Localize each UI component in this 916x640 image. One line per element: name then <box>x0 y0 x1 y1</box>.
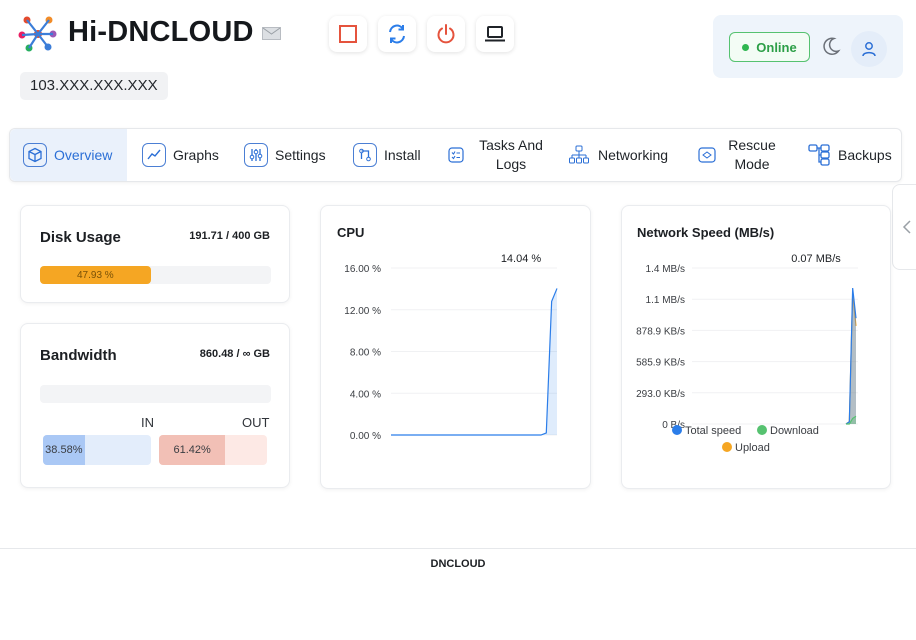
user-menu-button[interactable] <box>851 31 887 67</box>
power-button[interactable] <box>427 16 465 52</box>
cpu-line <box>391 288 558 436</box>
out-bar-fill: 61.42% <box>159 435 226 465</box>
network-current-value: 0.07 MB/s <box>791 253 841 265</box>
cpu-y-tick: 16.00 % <box>344 264 381 275</box>
tab-label: Install <box>384 147 421 163</box>
out-label: OUT <box>242 415 270 430</box>
console-button[interactable] <box>476 16 514 52</box>
status-badge: Online <box>729 32 810 62</box>
bandwidth-card: Bandwidth 860.48 / ∞ GB IN OUT 38.58% 61… <box>20 323 290 488</box>
network-y-tick: 293.0 KB/s <box>636 389 685 400</box>
backup-icon <box>807 143 831 167</box>
cpu-card: CPU 14.04 % 16.00 % 12.00 % 8.00 % 4.00 % 0.… <box>320 205 591 489</box>
network-y-tick: 1.1 MB/s <box>646 295 685 306</box>
cpu-area <box>391 288 557 435</box>
legend-marker <box>672 425 682 435</box>
rescue-icon <box>695 143 719 167</box>
tab-tasks-and-logs[interactable]: Tasks And Logs <box>444 129 547 181</box>
power-icon <box>437 24 455 44</box>
out-bar: 61.42% <box>159 435 267 465</box>
tab-label: Networking <box>598 147 669 163</box>
bandwidth-value: 860.48 / ∞ GB <box>199 348 270 360</box>
restart-button[interactable] <box>378 16 416 52</box>
logo-icon <box>18 16 57 52</box>
network-chart: 0.07 MB/s 1.4 MB/s 1.1 MB/s 878.9 KB/s 585.… <box>636 253 858 454</box>
checklist-icon <box>444 143 468 167</box>
legend-marker <box>757 425 767 435</box>
restart-icon <box>389 24 405 44</box>
tab-label: Rescue Mode <box>728 137 776 172</box>
bandwidth-progress-track <box>40 385 271 403</box>
side-panel-toggle[interactable] <box>892 184 916 270</box>
tab-label: Overview <box>54 147 113 163</box>
disk-value: 191.71 / 400 GB <box>189 230 270 242</box>
legend-label: Upload <box>735 442 770 454</box>
footer-divider <box>0 548 916 549</box>
network-y-tick: 1.4 MB/s <box>646 264 685 275</box>
cpu-current-value: 14.04 % <box>501 253 542 265</box>
cpu-y-tick: 8.00 % <box>350 348 381 359</box>
status-dot <box>742 43 750 51</box>
tab-graphs[interactable]: Graphs <box>142 129 219 181</box>
in-label: IN <box>141 415 154 430</box>
graph-icon <box>142 143 166 167</box>
stop-icon <box>339 25 357 43</box>
tab-overview[interactable]: Overview <box>10 129 127 181</box>
tab-install[interactable]: Install <box>353 129 421 181</box>
disk-usage-card: Disk Usage 191.71 / 400 GB 47.93 % <box>20 205 290 303</box>
in-bar: 38.58% <box>43 435 151 465</box>
user-icon <box>862 42 876 57</box>
footer-text: DNCLOUD <box>430 558 486 570</box>
cpu-y-tick: 4.00 % <box>350 389 381 400</box>
tab-label: Backups <box>838 147 892 163</box>
tab-bar: Overview Graphs Settings Install Tasks A… <box>9 128 902 182</box>
mail-icon[interactable] <box>262 27 281 40</box>
tab-settings[interactable]: Settings <box>244 129 326 181</box>
tab-networking[interactable]: Networking <box>567 129 668 181</box>
cube-icon <box>23 143 47 167</box>
bandwidth-title: Bandwidth <box>40 347 117 364</box>
console-icon <box>485 26 505 42</box>
tab-label: Graphs <box>173 147 219 163</box>
legend-marker <box>722 442 732 452</box>
sliders-icon <box>244 143 268 167</box>
tab-rescue-mode[interactable]: Rescue Mode <box>695 129 778 181</box>
tab-label: Tasks And Logs <box>479 137 543 172</box>
chevron-left-icon <box>902 220 911 234</box>
cpu-y-tick: 12.00 % <box>344 306 381 317</box>
network-icon <box>567 143 591 167</box>
server-ip: 103.XXX.XXX.XXX <box>20 72 168 100</box>
network-y-tick: 878.9 KB/s <box>636 326 685 337</box>
cpu-chart: 14.04 % 16.00 % 12.00 % 8.00 % 4.00 % 0.00 % <box>344 253 558 442</box>
network-y-tick: 585.9 KB/s <box>636 358 685 369</box>
git-icon <box>353 143 377 167</box>
disk-progress-fill: 47.93 % <box>40 266 151 284</box>
cpu-y-tick: 0.00 % <box>350 431 381 442</box>
disk-title: Disk Usage <box>40 229 121 246</box>
moon-icon[interactable] <box>821 36 841 56</box>
disk-progress-track: 47.93 % <box>40 266 271 284</box>
tab-label: Settings <box>275 147 326 163</box>
brand-name: Hi-DNCLOUD <box>68 16 254 48</box>
legend-label: Total speed <box>685 425 741 437</box>
legend-label: Download <box>770 425 819 437</box>
status-text: Online <box>756 39 797 55</box>
in-bar-fill: 38.58% <box>43 435 85 465</box>
network-card: Network Speed (MB/s) 0.07 MB/s 1.4 MB/s 1… <box>621 205 891 489</box>
stop-button[interactable] <box>329 16 367 52</box>
tab-backups[interactable]: Backups <box>807 129 892 181</box>
